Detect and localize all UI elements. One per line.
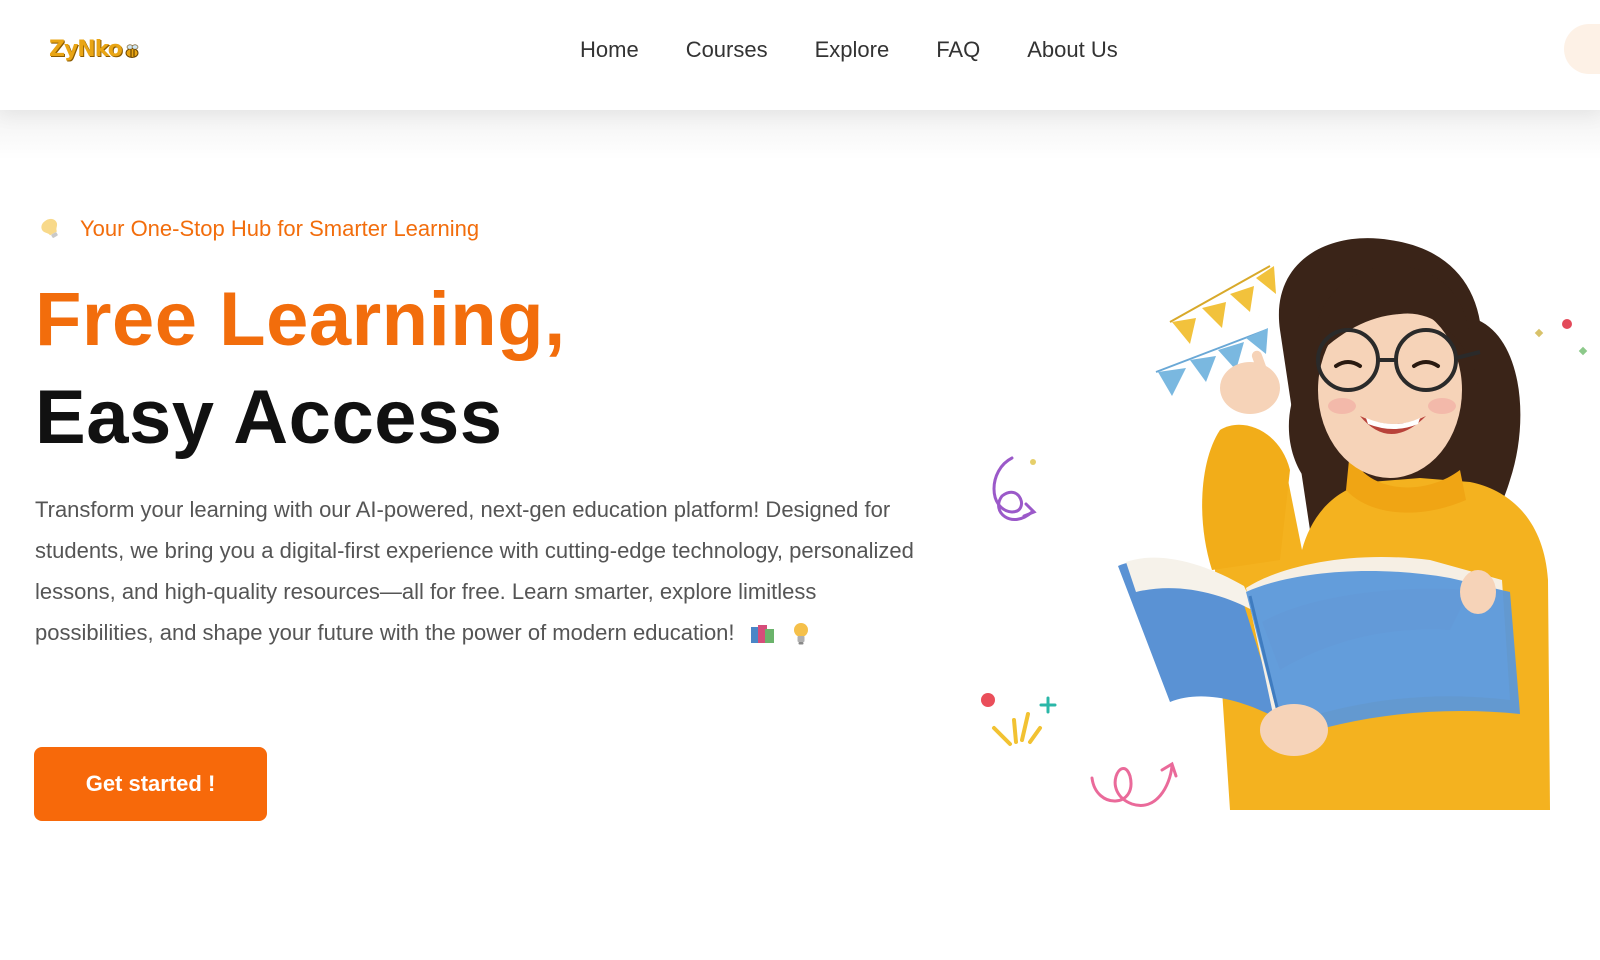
girl-reading-book-illustration	[981, 238, 1588, 810]
lightbulb-icon	[793, 623, 808, 645]
site-header: ZyNko Home Courses Explore FAQ About Us	[0, 0, 1600, 110]
confetti-decoration	[981, 693, 1057, 746]
headline-line1: Free Learning,	[35, 277, 566, 362]
header-action-button[interactable]	[1564, 24, 1600, 74]
hero-tagline: Your One-Stop Hub for Smarter Learning	[40, 216, 479, 242]
description-text: Transform your learning with our AI-powe…	[35, 497, 914, 645]
headline-line2: Easy Access	[35, 375, 503, 460]
nav-about-us[interactable]: About Us	[1027, 36, 1118, 64]
main-nav: Home Courses Explore FAQ About Us	[580, 36, 1118, 64]
nav-faq[interactable]: FAQ	[936, 36, 980, 64]
nav-explore[interactable]: Explore	[815, 36, 890, 64]
get-started-button[interactable]: Get started !	[34, 747, 267, 821]
tagline-text: Your One-Stop Hub for Smarter Learning	[80, 216, 480, 241]
books-icon	[750, 625, 774, 644]
lightbulb-icon	[41, 218, 58, 238]
purple-squiggle-decoration	[992, 456, 1034, 521]
nav-courses[interactable]: Courses	[686, 36, 768, 64]
site-logo[interactable]: ZyNko	[49, 32, 141, 66]
bee-icon	[125, 44, 139, 58]
pink-swirl-decoration	[1090, 764, 1174, 807]
nav-home[interactable]: Home	[580, 36, 639, 64]
header-shadow	[0, 110, 1600, 160]
logo-text: ZyNko	[49, 36, 123, 62]
hero-description: Transform your learning with our AI-powe…	[35, 489, 915, 653]
